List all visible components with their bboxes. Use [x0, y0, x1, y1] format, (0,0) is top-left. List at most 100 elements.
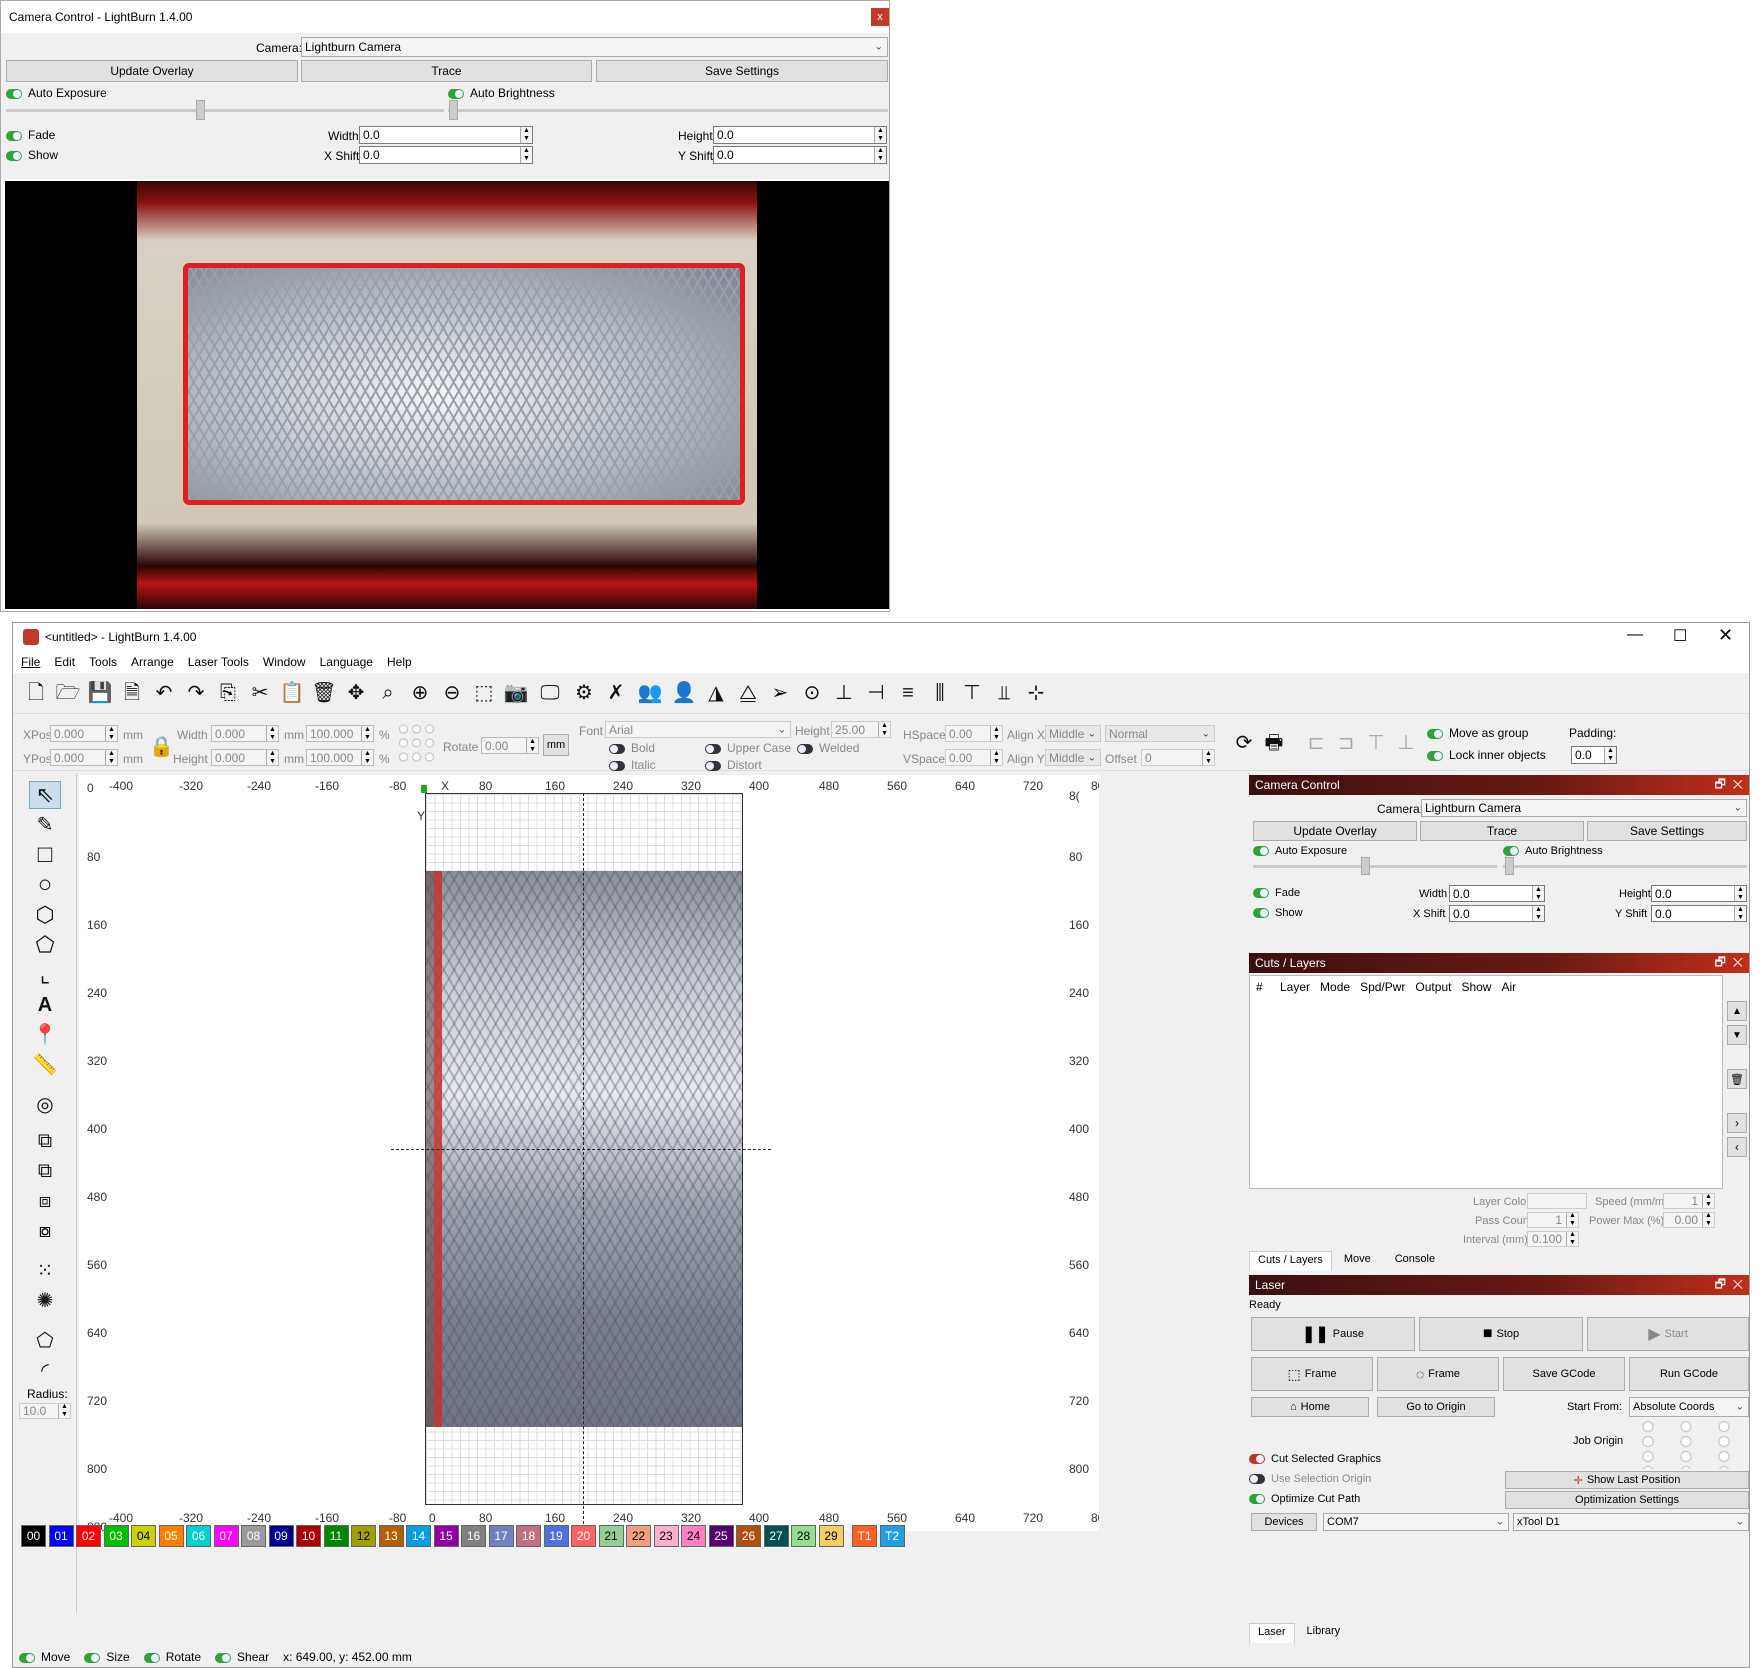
- palette-swatch-28[interactable]: 28: [791, 1525, 816, 1547]
- spinner-icon[interactable]: ▲ ▼: [361, 750, 373, 765]
- stop-button[interactable]: ■ Stop: [1419, 1317, 1583, 1351]
- port-select[interactable]: COM7 ⌄: [1323, 1513, 1509, 1531]
- col-mode[interactable]: Mode: [1320, 980, 1350, 994]
- layer-color-swatch[interactable]: [1527, 1193, 1587, 1209]
- width-input[interactable]: 0.0 ▲ ▼: [359, 126, 533, 144]
- settings-icon[interactable]: ⚙: [571, 683, 597, 703]
- flip-horizontal-icon[interactable]: ◮: [703, 683, 729, 703]
- exposure-slider[interactable]: [6, 109, 444, 112]
- exposure-slider[interactable]: [1253, 865, 1497, 868]
- rectangle-icon[interactable]: □: [29, 841, 61, 869]
- align-center-icon[interactable]: ⫫: [991, 683, 1017, 703]
- spinner-icon[interactable]: ▲ ▼: [1604, 747, 1616, 763]
- expand-right-icon[interactable]: ›: [1727, 1113, 1747, 1133]
- update-overlay-button[interactable]: Update Overlay: [6, 60, 298, 82]
- paste-icon[interactable]: 📋: [279, 683, 305, 703]
- padding-input[interactable]: 0.0 ▲ ▼: [1571, 746, 1617, 764]
- palette-swatch-08[interactable]: 08: [241, 1525, 266, 1547]
- start-button[interactable]: ▶ Start: [1587, 1317, 1749, 1351]
- spinner-icon[interactable]: ▲ ▼: [520, 127, 532, 143]
- float-icon[interactable]: 🗗: [1715, 777, 1726, 791]
- move-layer-down-icon[interactable]: ▼: [1727, 1025, 1747, 1045]
- col-spd-pwr[interactable]: Spd/Pwr: [1360, 980, 1405, 994]
- spinner-icon[interactable]: ▲ ▼: [1532, 886, 1544, 901]
- move-icon[interactable]: ✥: [343, 683, 369, 703]
- palette-swatch-05[interactable]: 05: [158, 1525, 184, 1547]
- align-bottom-icon[interactable]: ⊥: [831, 683, 857, 703]
- units-button[interactable]: mm: [543, 734, 569, 756]
- speed-input[interactable]: 1 ▲ ▼: [1663, 1193, 1715, 1209]
- palette-swatch-15[interactable]: 15: [433, 1525, 459, 1547]
- polygon-icon[interactable]: ⬡: [29, 901, 61, 929]
- tab-library[interactable]: Library: [1295, 1623, 1353, 1643]
- distribute-v-icon[interactable]: ⫼: [927, 683, 953, 703]
- send-icon[interactable]: ➢: [767, 683, 793, 703]
- show-toggle[interactable]: Show: [6, 148, 58, 162]
- union-icon[interactable]: ⧉: [29, 1157, 61, 1185]
- weld-icon[interactable]: ⧉: [29, 1127, 61, 1155]
- center-icon[interactable]: ⊙: [799, 683, 825, 703]
- delete-layer-icon[interactable]: 🗑: [1727, 1069, 1747, 1089]
- monitor-icon[interactable]: 🖵: [535, 683, 565, 703]
- menu-laser-tools[interactable]: Laser Tools: [188, 655, 249, 669]
- save-gcode-button[interactable]: Save GCode: [1503, 1357, 1625, 1391]
- tab-cuts-layers[interactable]: Cuts / Layers: [1249, 1251, 1332, 1271]
- measure-icon[interactable]: 📏: [29, 1051, 61, 1079]
- auto-brightness-toggle[interactable]: Auto Brightness: [448, 86, 555, 100]
- palette-swatch-06[interactable]: 06: [186, 1525, 211, 1547]
- italic-toggle[interactable]: Italic: [609, 758, 656, 772]
- distort-toggle[interactable]: Distort: [705, 758, 762, 772]
- palette-swatch-00[interactable]: 00: [21, 1525, 46, 1547]
- radius-input[interactable]: 10.0 ▲ ▼: [19, 1403, 71, 1419]
- status-move-toggle[interactable]: Move: [19, 1650, 70, 1664]
- status-size-toggle[interactable]: Size: [84, 1650, 130, 1664]
- float-icon[interactable]: 🗗: [1715, 1277, 1726, 1291]
- yshift-input[interactable]: 0.0 ▲ ▼: [1651, 905, 1747, 922]
- palette-swatch-29[interactable]: 29: [818, 1525, 844, 1547]
- corner-radius-icon[interactable]: ◜: [29, 1357, 61, 1385]
- intersect-icon[interactable]: ⧇: [29, 1217, 61, 1245]
- zoom-selection-icon[interactable]: ⌕: [375, 683, 401, 703]
- minimize-icon[interactable]: —: [1627, 626, 1643, 644]
- palette-swatch-t1[interactable]: T1: [852, 1525, 877, 1547]
- zoom-out-icon[interactable]: ⊖: [439, 683, 465, 703]
- panel-controls[interactable]: 🗗 ✕: [1715, 775, 1743, 796]
- show-toggle[interactable]: Show: [1253, 907, 1303, 919]
- spinner-icon[interactable]: ▲ ▼: [105, 726, 117, 741]
- font-select[interactable]: Arial ⌄: [605, 721, 791, 738]
- trace-button[interactable]: Trace: [1420, 821, 1584, 841]
- brightness-slider[interactable]: [448, 109, 888, 112]
- crosshair-icon[interactable]: ⊹: [1023, 683, 1049, 703]
- panel-controls[interactable]: 🗗 ✕: [1715, 1275, 1743, 1296]
- subtract-icon[interactable]: ⧈: [29, 1187, 61, 1215]
- menu-window[interactable]: Window: [263, 655, 306, 669]
- palette-swatch-04[interactable]: 04: [131, 1525, 156, 1547]
- run-gcode-button[interactable]: Run GCode: [1629, 1357, 1749, 1391]
- lock-icon[interactable]: 🔒: [149, 734, 174, 759]
- palette-swatch-01[interactable]: 01: [48, 1525, 74, 1547]
- palette-swatch-23[interactable]: 23: [653, 1525, 679, 1547]
- palette-swatch-13[interactable]: 13: [378, 1525, 404, 1547]
- palette-swatch-14[interactable]: 14: [406, 1525, 431, 1547]
- col-number[interactable]: #: [1256, 980, 1270, 994]
- spinner-icon[interactable]: ▲ ▼: [520, 147, 532, 163]
- ellipse-icon[interactable]: ○: [29, 871, 61, 899]
- spinner-icon[interactable]: ▲ ▼: [105, 750, 117, 765]
- anchor-grid-icon[interactable]: [397, 722, 437, 766]
- brightness-slider-thumb[interactable]: [449, 100, 458, 120]
- mirror-icon[interactable]: ⧋: [735, 683, 761, 703]
- height-input[interactable]: 0.0 ▲ ▼: [1651, 885, 1747, 902]
- menu-arrange[interactable]: Arrange: [131, 655, 174, 669]
- palette-swatch-26[interactable]: 26: [736, 1525, 761, 1547]
- maximize-icon[interactable]: ☐: [1673, 626, 1687, 646]
- fade-toggle[interactable]: Fade: [6, 128, 55, 142]
- devices-button[interactable]: Devices: [1251, 1513, 1317, 1531]
- device-select[interactable]: xTool D1 ⌄: [1513, 1513, 1749, 1531]
- panel-controls[interactable]: 🗗 ✕: [1715, 953, 1743, 974]
- tab-laser[interactable]: Laser: [1249, 1623, 1295, 1643]
- workspace-canvas[interactable]: -400 -320 -240 -160 -80 X 80 160 240 320…: [79, 775, 1099, 1531]
- close-button[interactable]: x: [871, 8, 889, 26]
- spinner-icon[interactable]: ▲ ▼: [1702, 1213, 1714, 1227]
- ungroup-icon[interactable]: 👤: [671, 683, 697, 703]
- col-air[interactable]: Air: [1501, 980, 1516, 994]
